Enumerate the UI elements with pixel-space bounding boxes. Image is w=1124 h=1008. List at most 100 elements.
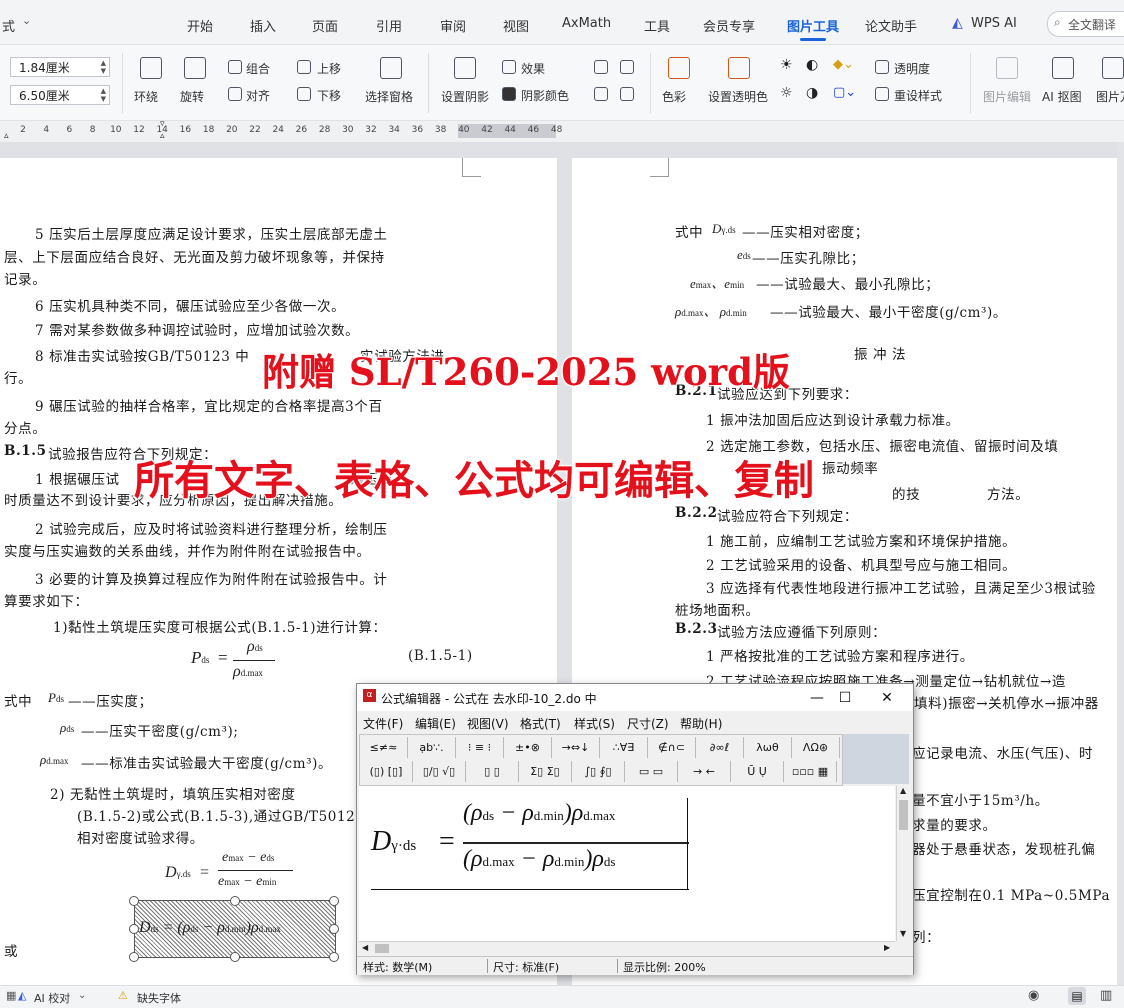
eye-icon[interactable]: ◉ (1028, 988, 1039, 1003)
close-button[interactable]: ✕ (867, 686, 907, 710)
transparency-button[interactable]: 透明度 (894, 60, 930, 77)
picture-edit-button[interactable]: 图片编辑 (983, 88, 1031, 105)
menu-style[interactable]: 样式(S) (574, 715, 615, 732)
brightness-up-icon[interactable]: ☀ (780, 57, 793, 73)
palette-button[interactable]: Σ▯ Σ▯ (519, 761, 572, 782)
chevron-down-icon[interactable]: ⌄ (78, 990, 86, 1001)
align-button[interactable]: 对齐 (246, 87, 270, 104)
send-backward-button[interactable]: 下移 (317, 87, 341, 104)
wrap-icon[interactable] (140, 57, 162, 79)
group-button[interactable]: 组合 (246, 60, 270, 77)
chevron-down-icon[interactable]: ⌄ (22, 14, 31, 27)
fill-icon[interactable]: ◆⌄ (833, 57, 854, 72)
set-shadow-button[interactable]: 设置阴影 (441, 88, 489, 105)
align-icon[interactable] (228, 87, 242, 101)
resize-handle[interactable] (230, 952, 240, 962)
palette-button[interactable]: →⇔↓ (552, 737, 600, 758)
outline-icon[interactable]: ▢⌄ (833, 85, 856, 100)
selection-pane-button[interactable]: 选择窗格 (365, 88, 413, 105)
tab-member[interactable]: 会员专享 (703, 16, 755, 35)
tab-axmath[interactable]: AxMath (562, 16, 611, 31)
tab-picture-tools[interactable]: 图片工具 (787, 16, 839, 35)
maximize-button[interactable]: ☐ (825, 686, 865, 710)
rotate-button[interactable]: 旋转 (180, 88, 204, 105)
width-input[interactable]: 6.50厘米 ▲ ▼ (10, 85, 110, 105)
palette-button[interactable]: ▯/▯ √▯ (413, 761, 466, 782)
transparency-icon[interactable] (875, 60, 889, 74)
height-input[interactable]: 1.84厘米 ▲ ▼ (10, 57, 110, 77)
picture-edit-icon[interactable] (996, 57, 1018, 79)
menu-help[interactable]: 帮助(H) (680, 715, 722, 732)
tab-paper-assistant[interactable]: 论文助手 (865, 16, 917, 35)
contrast-down-icon[interactable]: ◑ (806, 85, 818, 101)
shadow-nudge-right-icon[interactable] (620, 87, 634, 101)
resize-handle[interactable] (329, 924, 339, 934)
tab-view[interactable]: 视图 (503, 16, 529, 35)
reset-style-button[interactable]: 重设样式 (894, 87, 942, 104)
effects-button[interactable]: 效果 (521, 60, 545, 77)
ai-cutout-icon[interactable] (1052, 57, 1074, 79)
palette-button[interactable]: ∂∞ℓ (696, 737, 744, 758)
palette-button[interactable]: (▯) [▯] (360, 761, 413, 782)
menu-edit[interactable]: 编辑(E) (415, 715, 456, 732)
palette-button[interactable]: Ū Ụ (731, 761, 784, 782)
scroll-thumb[interactable] (375, 944, 389, 953)
equation-editor-window[interactable]: α 公式编辑器 - 公式在 去水印-10_2.do 中 — ☐ ✕ 文件(F) … (356, 683, 914, 975)
contrast-up-icon[interactable]: ◐ (806, 57, 818, 73)
equation-edit-area[interactable]: Dγ·ds = (ρds − ρd.min)ρd.max (ρd.max − ρ… (359, 786, 895, 941)
menu-view[interactable]: 视图(V) (467, 715, 509, 732)
tab-review[interactable]: 审阅 (440, 16, 466, 35)
palette-button[interactable]: ▫▫▫ ▦ (784, 761, 837, 782)
shadow-nudge-left-icon[interactable] (594, 87, 608, 101)
wps-ai-button[interactable]: WPS AI (971, 16, 1017, 31)
indent-marker-icon[interactable]: ▵ (4, 131, 9, 141)
horizontal-ruler[interactable]: 2 4 6 8 10 12 14 16 18 20 22 24 26 28 30 32 34 36 38 40 42 44… (0, 119, 1124, 143)
document-scrollbar[interactable] (1117, 142, 1124, 985)
bring-forward-button[interactable]: 上移 (317, 60, 341, 77)
palette-button[interactable]: λωθ (744, 737, 792, 758)
picture-more-icon[interactable] (1102, 57, 1124, 79)
first-line-indent-icon[interactable]: ▿ (160, 119, 165, 129)
scroll-right-icon[interactable]: ▶ (884, 943, 890, 952)
tab-tools[interactable]: 工具 (644, 16, 670, 35)
send-backward-icon[interactable] (297, 87, 311, 101)
resize-handle[interactable] (230, 896, 240, 906)
color-icon[interactable] (668, 57, 690, 79)
menu-left-fragment[interactable]: 式 (2, 16, 15, 35)
hanging-indent-icon[interactable]: ▵ (160, 131, 165, 141)
shadow-nudge-icon[interactable] (594, 60, 608, 74)
palette-button[interactable]: → ← (678, 761, 731, 782)
group-icon[interactable] (228, 60, 242, 74)
wrap-button[interactable]: 环绕 (134, 88, 158, 105)
scroll-thumb[interactable] (899, 800, 908, 830)
palette-button[interactable]: ∴∀∃ (600, 737, 648, 758)
tab-insert[interactable]: 插入 (250, 16, 276, 35)
color-button[interactable]: 色彩 (662, 88, 686, 105)
editor-vertical-scrollbar[interactable]: ▲ ▼ (896, 786, 911, 941)
scroll-up-icon[interactable]: ▲ (900, 786, 906, 795)
ai-check-button[interactable]: AI 校对 (34, 990, 70, 1006)
set-shadow-icon[interactable] (454, 57, 476, 79)
brightness-down-icon[interactable]: ☼ (780, 85, 793, 101)
menu-file[interactable]: 文件(F) (363, 715, 403, 732)
shadow-color-icon[interactable] (502, 87, 516, 101)
search-box[interactable]: ⌕ 全文翻译 (1047, 11, 1124, 37)
reset-style-icon[interactable] (875, 87, 889, 101)
palette-button[interactable]: ∫▯ ∮▯ (572, 761, 625, 782)
page-view-icon[interactable]: ▤ (1068, 987, 1086, 1005)
rotate-icon[interactable] (184, 57, 206, 79)
editor-horizontal-scrollbar[interactable]: ◀ ▶ (359, 941, 895, 956)
width-spinner[interactable]: ▲ ▼ (101, 87, 106, 103)
picture-more-button[interactable]: 图片万 (1096, 88, 1124, 105)
selected-equation-image[interactable]: Dds = (ρds − ρd.min)ρd.max (134, 900, 336, 958)
tab-page[interactable]: 页面 (312, 16, 338, 35)
palette-button[interactable]: ⁝ ≡ ⁝ (456, 737, 504, 758)
effects-icon[interactable] (502, 60, 516, 74)
tab-home[interactable]: 开始 (187, 16, 213, 35)
height-spinner[interactable]: ▲ ▼ (101, 59, 106, 75)
resize-handle[interactable] (129, 952, 139, 962)
tab-reference[interactable]: 引用 (376, 16, 402, 35)
palette-button[interactable]: ▭ ▭ (625, 761, 678, 782)
palette-button[interactable]: ∉∩⊂ (648, 737, 696, 758)
scroll-left-icon[interactable]: ◀ (362, 943, 368, 952)
